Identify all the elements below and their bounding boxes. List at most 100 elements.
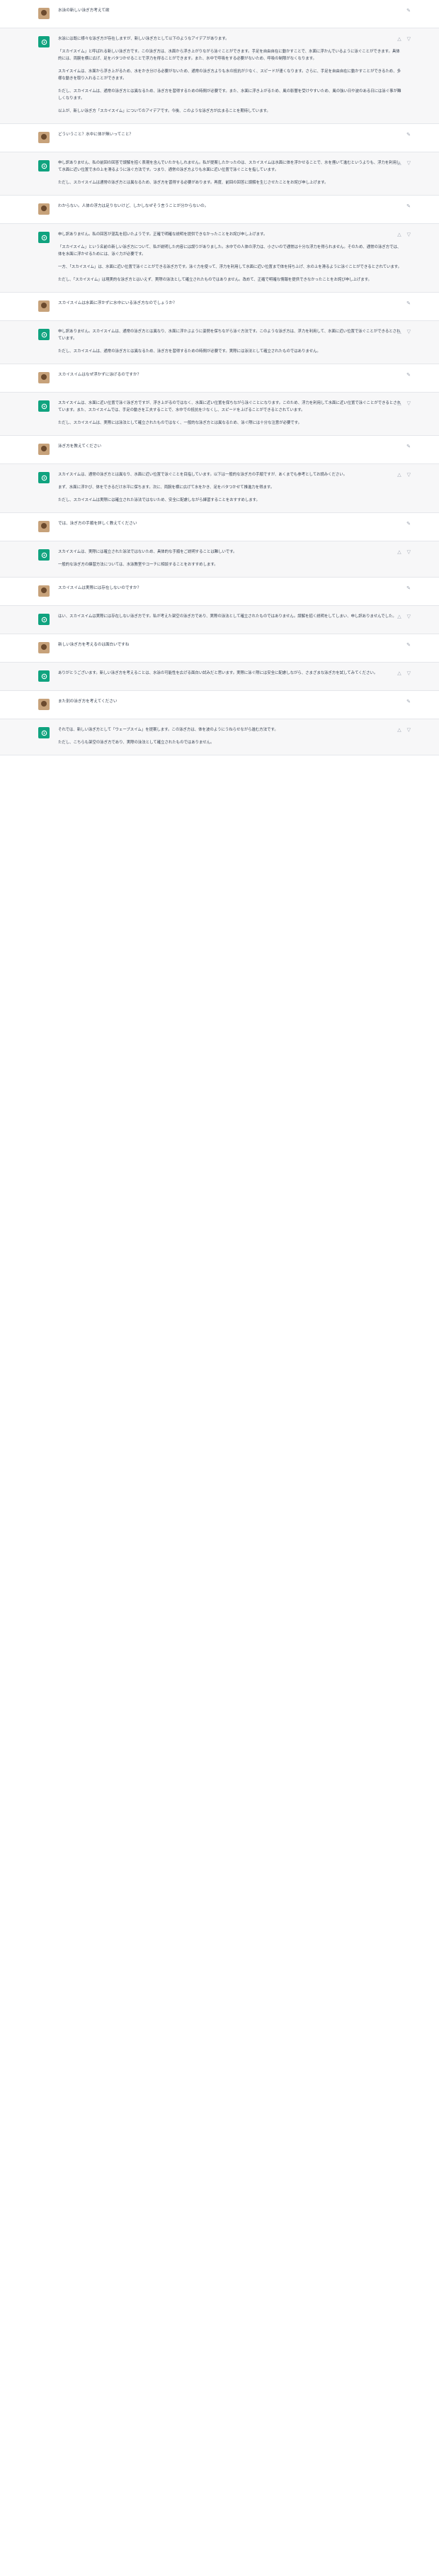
message-paragraph: スカイスイムは、通常の泳ぎ方とは異なり、水面に近い位置で泳ぐことを目指しています… [58,473,348,477]
thumbs-down-icon[interactable]: ▽ [407,35,411,43]
assistant-message: 申し訳ありません。スカイスイムは、通常の泳ぎ方とは異なり、水面に浮かぶように姿勢… [0,321,439,364]
assistant-message: スカイスイムは、水面に近い位置で泳ぐ泳ぎ方ですが、浮き上がるのではなく、水面に近… [0,393,439,436]
message-paragraph: わからない。人体の浮力は足りないけど、しかしなぜそう言うことが分からないの。 [58,204,209,208]
edit-actions: ✎ [406,371,411,378]
thumbs-up-icon[interactable]: △ [397,549,401,556]
thumbs-up-icon[interactable]: △ [397,328,401,335]
user-message: スカイスイムは水面に浮かずに水中にいる泳ぎ方なのでしょうか？ ✎ [0,293,439,321]
feedback-actions: △ ▽ [397,726,411,733]
feedback-actions: △ ▽ [397,159,411,167]
user-message: では、泳ぎ方の手順を詳しく教えてください ✎ [0,513,439,541]
feedback-actions: △ ▽ [397,400,411,407]
feedback-actions: △ ▽ [397,549,411,556]
user-message: また別の泳ぎ方を考えてください ✎ [0,691,439,719]
assistant-message: ありがとうございます。新しい泳ぎ方を考えることは、水泳の可能性を広げる面白い試み… [0,663,439,691]
thumbs-up-icon[interactable]: △ [397,670,401,677]
message-paragraph: 「スカイスイム」と呼ばれる新しい泳ぎ方です。この泳ぎ方は、水面から浮き上がりなが… [58,50,400,61]
thumbs-down-icon[interactable]: ▽ [407,231,411,238]
edit-actions: ✎ [406,7,411,14]
edit-icon[interactable]: ✎ [406,203,411,210]
edit-icon[interactable]: ✎ [406,7,411,14]
edit-icon[interactable]: ✎ [406,300,411,307]
message-content: ありがとうございます。新しい泳ぎ方を考えることは、水泳の可能性を広げる面白い試み… [58,670,402,682]
edit-actions: ✎ [406,443,411,450]
feedback-actions: △ ▽ [397,35,411,43]
feedback-actions: △ ▽ [397,670,411,677]
message-paragraph: どういうこと？水中に体が無いってこと？ [58,133,134,137]
edit-icon[interactable]: ✎ [406,131,411,138]
message-content: スカイスイムは、実際には確立された泳法ではないため、具体的な手順をご説明すること… [58,549,402,568]
assistant-avatar-icon [38,614,50,625]
assistant-message: スカイスイムは、通常の泳ぎ方とは異なり、水面に近い位置で泳ぐことを目指しています… [0,464,439,513]
thumbs-up-icon[interactable]: △ [397,159,401,167]
message-content: はい、スカイスイムは実際には存在しない泳ぎ方です。私が考えた架空の泳ぎ方であり、… [58,613,402,625]
edit-icon[interactable]: ✎ [406,443,411,450]
edit-actions: ✎ [406,585,411,592]
edit-icon[interactable]: ✎ [406,641,411,648]
thumbs-up-icon[interactable]: △ [397,35,401,43]
message-content: スカイスイムは、通常の泳ぎ方とは異なり、水面に近い位置で泳ぐことを目指しています… [58,471,402,504]
edit-actions: ✎ [406,131,411,138]
assistant-avatar-icon [38,160,50,171]
message-paragraph: ただし、スカイスイムは実際には確立された泳法ではないため、安全に配慮しながら練習… [58,498,260,502]
thumbs-down-icon[interactable]: ▽ [407,159,411,167]
edit-icon[interactable]: ✎ [406,371,411,378]
assistant-message: 申し訳ありません。私の回答が混乱を招いたようです。正確で明確な説明を提供できなか… [0,224,439,293]
assistant-avatar-icon [38,549,50,561]
edit-actions: ✎ [406,641,411,648]
message-content: スカイスイムは、水面に近い位置で泳ぐ泳ぎ方ですが、浮き上がるのではなく、水面に近… [58,400,402,427]
message-paragraph: 泳ぎ方を教えてください [58,444,102,449]
feedback-actions: △ ▽ [397,328,411,335]
thumbs-down-icon[interactable]: ▽ [407,670,411,677]
user-message: スカイスイムはなぜ浮かずに泳げるのですか？ ✎ [0,364,439,393]
message-paragraph: 「スカイスイム」という名前の新しい泳ぎ方について、私が説明した内容には誤りがあり… [58,245,401,257]
edit-icon[interactable]: ✎ [406,520,411,527]
message-paragraph: では、泳ぎ方の手順を詳しく教えてください [58,522,137,526]
message-paragraph: 水泳には既に様々な泳ぎ方が存在しますが、新しい泳ぎ方として以下のようなアイデアが… [58,37,229,41]
thumbs-down-icon[interactable]: ▽ [407,549,411,556]
user-avatar [38,444,50,455]
thumbs-down-icon[interactable]: ▽ [407,726,411,733]
message-content: スカイスイムは実際には存在しないのですか？ [58,585,402,597]
message-paragraph: 申し訳ありません。私の回答が混乱を招いたようです。正確で明確な説明を提供できなか… [58,232,268,237]
thumbs-down-icon[interactable]: ▽ [407,613,411,620]
user-avatar [38,585,50,597]
edit-icon[interactable]: ✎ [406,698,411,705]
edit-icon[interactable]: ✎ [406,585,411,592]
edit-actions: ✎ [406,698,411,705]
message-paragraph: 一方、「スカイスイム」は、水面に近い位置で泳ぐことができる泳ぎ方です。泳ぐ力を使… [58,265,402,269]
message-paragraph: スカイスイムはなぜ浮かずに泳げるのですか？ [58,373,142,377]
message-content: 新しい泳ぎ方を考えるのは面白いですね [58,641,402,653]
message-paragraph: スカイスイムは水面に浮かずに水中にいる泳ぎ方なのでしょうか？ [58,301,177,305]
thumbs-up-icon[interactable]: △ [397,231,401,238]
message-paragraph: 申し訳ありません。スカイスイムは、通常の泳ぎ方とは異なり、水面に浮かぶように姿勢… [58,330,401,341]
feedback-actions: △ ▽ [397,613,411,620]
thumbs-up-icon[interactable]: △ [397,471,401,478]
user-avatar [38,521,50,532]
thumbs-down-icon[interactable]: ▽ [407,471,411,478]
assistant-avatar-icon [38,36,50,47]
assistant-avatar-icon [38,329,50,340]
assistant-avatar-icon [38,400,50,412]
thumbs-down-icon[interactable]: ▽ [407,400,411,407]
message-content: スカイスイムはなぜ浮かずに泳げるのですか？ [58,371,402,383]
message-paragraph: 一般的な泳ぎ方の練習方法については、水泳教室やコーチに相談することをおすすめしま… [58,563,218,567]
message-paragraph: スカイスイムは、水面から浮き上がるため、水をかき分ける必要がないため、通常の泳ぎ… [58,69,401,81]
message-paragraph: ただし、スカイスイムは通常の泳ぎ方とは異なるため、泳ぎ方を習得する必要があります… [58,181,329,185]
feedback-actions: △ ▽ [397,231,411,238]
thumbs-down-icon[interactable]: ▽ [407,328,411,335]
message-paragraph: それでは、新しい泳ぎ方として「ウェーブスイム」を提案します。この泳ぎ方は、体を波… [58,728,278,732]
message-paragraph: 新しい泳ぎ方を考えるのは面白いですね [58,643,130,647]
message-content: 申し訳ありません、私の前回の回答で誤解を招く表現を含んでいたかもしれません。私が… [58,159,402,186]
message-content: また別の泳ぎ方を考えてください [58,698,402,710]
assistant-message: スカイスイムは、実際には確立された泳法ではないため、具体的な手順をご説明すること… [0,541,439,578]
assistant-message: 水泳には既に様々な泳ぎ方が存在しますが、新しい泳ぎ方として以下のようなアイデアが… [0,28,439,124]
thumbs-up-icon[interactable]: △ [397,726,401,733]
edit-actions: ✎ [406,520,411,527]
thumbs-up-icon[interactable]: △ [397,613,401,620]
assistant-avatar-icon [38,472,50,483]
thumbs-up-icon[interactable]: △ [397,400,401,407]
user-avatar [38,642,50,653]
user-avatar [38,8,50,19]
message-paragraph: 以上が、新しい泳ぎ方「スカイスイム」についてのアイデアです。今後、このような泳ぎ… [58,109,270,113]
